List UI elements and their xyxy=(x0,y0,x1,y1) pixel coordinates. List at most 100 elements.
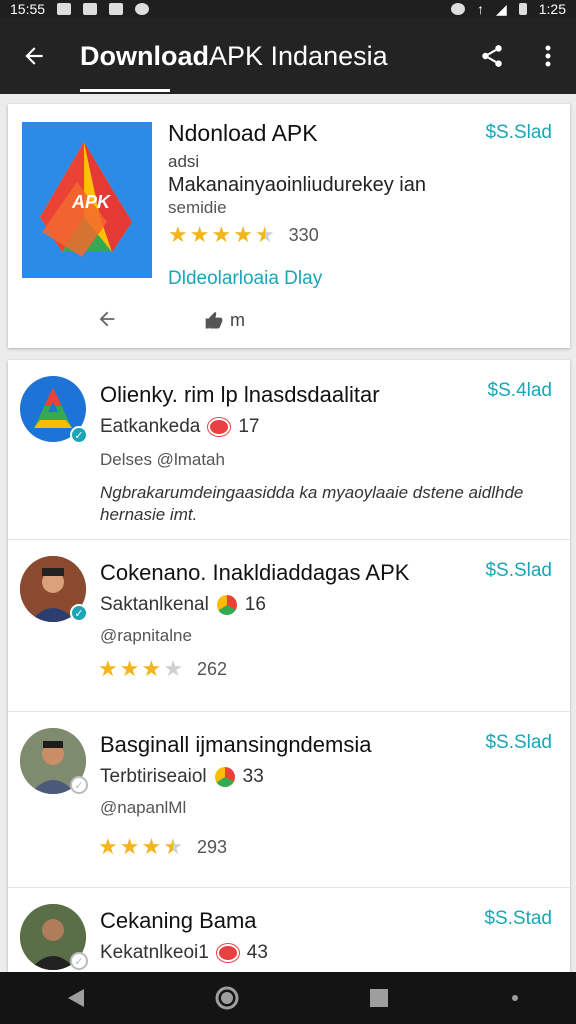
item-developer: Terbtiriseaiol xyxy=(100,766,207,787)
more-options-button[interactable] xyxy=(520,18,576,94)
more-vert-icon xyxy=(545,45,551,67)
item-title: Olienky. rim lp lnasdsdaalitar xyxy=(100,382,380,407)
featured-description: Makanainyaoinliudurekey ian xyxy=(168,174,426,196)
item-developer: Saktanlkenal xyxy=(100,594,209,615)
verified-badge-icon: ✓ xyxy=(70,952,88,970)
apk-logo-icon: APK xyxy=(40,142,132,257)
rating-chip-icon xyxy=(216,944,239,962)
item-meta-count: 16 xyxy=(244,594,266,615)
item-price[interactable]: $S.Stad xyxy=(484,908,552,930)
share-button[interactable] xyxy=(464,18,520,94)
item-price[interactable]: $S.Slad xyxy=(485,732,552,754)
star-icon: ★ xyxy=(233,222,253,247)
home-circle-icon xyxy=(215,986,239,1010)
status-time-left: 15:55 xyxy=(10,1,46,17)
nav-back-button[interactable] xyxy=(46,972,106,1024)
featured-category: semidie xyxy=(168,198,227,217)
star-icon: ★ xyxy=(141,834,162,859)
verified-badge-icon: ✓ xyxy=(70,604,88,622)
apk-logo: APK xyxy=(22,122,152,278)
item-handle: Delses @lmatah xyxy=(100,450,225,469)
status-time-right: 1:25 xyxy=(538,1,566,17)
item-price[interactable]: $S.Slad xyxy=(485,560,552,582)
rating-chip-icon xyxy=(208,418,231,436)
list-item[interactable]: ✓ Cekaning Bama $S.Stad Kekatnlkeoi1 43 xyxy=(8,888,570,972)
wifi-icon: ↑ xyxy=(476,1,484,17)
featured-title: Ndonload APK xyxy=(168,120,318,146)
item-meta: Saktanlkenal 16 xyxy=(100,594,266,616)
star-icon: ★ xyxy=(119,834,140,859)
thumbs-up-icon xyxy=(205,311,223,328)
item-rating-count: 293 xyxy=(196,836,227,857)
title-underline xyxy=(80,89,170,92)
app-list: ✓ Olienky. rim lp lnasdsdaalitar $S.4lad… xyxy=(8,360,570,972)
item-meta-count: 43 xyxy=(246,942,268,963)
nav-recents-button[interactable] xyxy=(349,972,409,1024)
list-item[interactable]: ✓ Cokenano. Inakldiaddagas APK $S.Slad S… xyxy=(8,540,570,712)
nav-dot-button[interactable] xyxy=(500,972,530,1024)
item-meta-count: 33 xyxy=(242,766,264,787)
list-item[interactable]: ✓ Basginall ijmansingndemsia $S.Slad Ter… xyxy=(8,712,570,888)
dot-icon xyxy=(512,995,519,1001)
notification-icon xyxy=(57,3,72,15)
notification-icon xyxy=(109,3,124,15)
item-meta-count: 17 xyxy=(238,416,260,437)
star-icon: ★ xyxy=(141,656,162,681)
system-nav-bar xyxy=(0,972,576,1024)
star-icon: ★ xyxy=(168,222,188,247)
featured-price[interactable]: $S.Slad xyxy=(485,122,552,144)
star-icon: ★ xyxy=(98,656,118,681)
page-title-bold: Download xyxy=(80,40,209,71)
featured-subtitle: adsi xyxy=(168,152,200,171)
star-icon: ★ xyxy=(211,222,232,247)
alarm-icon xyxy=(450,3,465,15)
star-icon: ★ xyxy=(119,656,140,681)
item-rating: ★ ★ ★ ★ 293 xyxy=(98,836,227,858)
featured-app-card[interactable]: APK Ndonload APK $S.Slad adsi Makanainya… xyxy=(8,104,570,348)
star-icon: ★ xyxy=(189,222,210,247)
verified-badge-icon: ✓ xyxy=(70,776,88,794)
item-meta: Kekatnlkeoi1 43 xyxy=(100,942,268,964)
arrow-left-icon xyxy=(99,311,115,327)
item-meta: Terbtiriseaiol 33 xyxy=(100,766,264,788)
star-half-icon: ★ xyxy=(254,222,275,247)
item-developer: Kekatnlkeoi1 xyxy=(100,942,209,963)
share-icon xyxy=(482,45,502,67)
logo-text: APK xyxy=(71,192,112,212)
like-label: m xyxy=(230,310,245,330)
signal-icon: ◢ xyxy=(495,0,507,17)
item-description: Ngbrakarumdeingaasidda ka myaoylaaie dst… xyxy=(100,483,524,524)
nav-home-button[interactable] xyxy=(197,972,257,1024)
battery-icon xyxy=(518,3,527,15)
page-title: Download APK Indanesia xyxy=(68,18,464,94)
item-rating: ★ ★ ★ ★ 262 xyxy=(98,658,227,680)
item-developer: Eatkankeda xyxy=(100,416,201,437)
list-item[interactable]: ✓ Olienky. rim lp lnasdsdaalitar $S.4lad… xyxy=(8,360,570,540)
status-bar: 15:55 ↑ ◢ 1:25 xyxy=(0,0,576,18)
arrow-left-icon xyxy=(25,47,43,65)
page-title-rest: APK Indanesia xyxy=(209,40,388,71)
item-title: Cokenano. Inakldiaddagas APK xyxy=(100,560,410,585)
item-price[interactable]: $S.4lad xyxy=(488,380,552,402)
item-rating-count: 262 xyxy=(196,658,227,679)
item-meta: Eatkankeda 17 xyxy=(100,416,260,438)
verified-badge-icon: ✓ xyxy=(70,426,88,444)
featured-rating: ★ ★ ★ ★ ★ 330 xyxy=(168,224,319,246)
back-button[interactable] xyxy=(0,18,68,94)
featured-back-button[interactable] xyxy=(96,308,118,336)
featured-like-button[interactable]: m xyxy=(204,310,245,331)
star-icon: ★ xyxy=(98,834,118,859)
app-bar: Download APK Indanesia xyxy=(0,18,576,94)
notification-icon xyxy=(83,3,98,15)
star-empty-icon: ★ xyxy=(163,656,183,681)
featured-play-link[interactable]: Dldeolarloaia Dlay xyxy=(168,268,322,290)
notification-icon xyxy=(135,3,150,15)
triangle-back-icon xyxy=(67,989,84,1007)
item-handle: @rapnitalne xyxy=(100,626,192,645)
star-half-icon: ★ xyxy=(163,834,183,859)
item-handle: @napanlMl xyxy=(100,798,187,817)
square-recents-icon xyxy=(369,989,388,1007)
featured-rating-count: 330 xyxy=(288,224,319,245)
chrome-icon xyxy=(214,767,235,787)
item-title: Cekaning Bama xyxy=(100,908,257,933)
